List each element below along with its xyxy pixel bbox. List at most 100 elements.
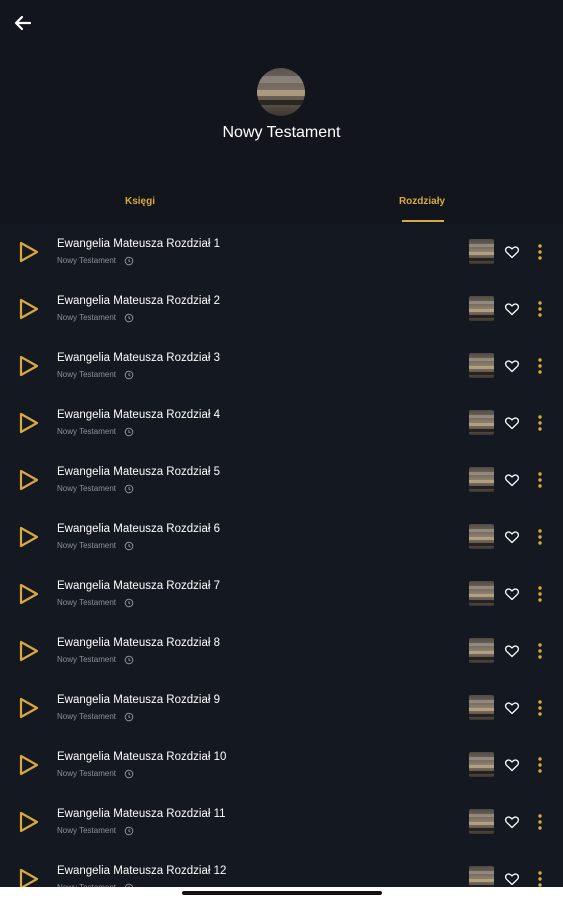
more-vertical-icon[interactable] bbox=[532, 641, 548, 661]
heart-icon[interactable] bbox=[504, 700, 520, 716]
play-icon[interactable] bbox=[18, 297, 40, 321]
play-icon[interactable] bbox=[18, 696, 40, 720]
heart-icon[interactable] bbox=[504, 358, 520, 374]
play-icon[interactable] bbox=[18, 582, 40, 606]
chapter-title: Ewangelia Mateusza Rozdział 10 bbox=[57, 751, 227, 763]
chapter-title: Ewangelia Mateusza Rozdział 3 bbox=[57, 352, 221, 364]
chapter-subtitle: Nowy Testament bbox=[57, 712, 116, 721]
chapter-subtitle: Nowy Testament bbox=[57, 427, 116, 436]
more-vertical-icon[interactable] bbox=[532, 755, 548, 775]
play-icon[interactable] bbox=[18, 753, 40, 777]
heart-icon[interactable] bbox=[504, 586, 520, 602]
chapter-title: Ewangelia Mateusza Rozdział 5 bbox=[57, 466, 221, 478]
clock-icon bbox=[124, 712, 134, 722]
heart-icon[interactable] bbox=[504, 643, 520, 659]
chapter-thumbnail[interactable] bbox=[469, 410, 494, 435]
active-tab-indicator bbox=[402, 220, 444, 222]
clock-icon bbox=[124, 769, 134, 779]
clock-icon bbox=[124, 370, 134, 380]
chapter-row[interactable]: Ewangelia Mateusza Rozdział 5 Nowy Testa… bbox=[0, 452, 563, 509]
chapter-thumbnail[interactable] bbox=[469, 752, 494, 777]
chapter-title: Ewangelia Mateusza Rozdział 1 bbox=[57, 238, 221, 250]
chapter-thumbnail[interactable] bbox=[469, 638, 494, 663]
chapter-title: Ewangelia Mateusza Rozdział 12 bbox=[57, 865, 227, 877]
heart-icon[interactable] bbox=[504, 244, 520, 260]
heart-icon[interactable] bbox=[504, 529, 520, 545]
header: Nowy Testament Księgi Rozdziały bbox=[0, 0, 563, 224]
chapter-thumbnail[interactable] bbox=[469, 581, 494, 606]
chapter-row[interactable]: Ewangelia Mateusza Rozdział 3 Nowy Testa… bbox=[0, 338, 563, 395]
more-vertical-icon[interactable] bbox=[532, 242, 548, 262]
play-icon[interactable] bbox=[18, 411, 40, 435]
clock-icon bbox=[124, 541, 134, 551]
chapter-subtitle: Nowy Testament bbox=[57, 655, 116, 664]
chapter-subtitle: Nowy Testament bbox=[57, 256, 116, 265]
back-button[interactable] bbox=[12, 12, 34, 34]
more-vertical-icon[interactable] bbox=[532, 584, 548, 604]
chapter-thumbnail[interactable] bbox=[469, 296, 494, 321]
chapter-row[interactable]: Ewangelia Mateusza Rozdział 8 Nowy Testa… bbox=[0, 623, 563, 680]
chapter-row[interactable]: Ewangelia Mateusza Rozdział 10 Nowy Test… bbox=[0, 737, 563, 794]
more-vertical-icon[interactable] bbox=[532, 527, 548, 547]
chapter-title: Ewangelia Mateusza Rozdział 2 bbox=[57, 295, 221, 307]
chapter-row[interactable]: Ewangelia Mateusza Rozdział 7 Nowy Testa… bbox=[0, 566, 563, 623]
more-vertical-icon[interactable] bbox=[532, 470, 548, 490]
heart-icon[interactable] bbox=[504, 472, 520, 488]
home-indicator[interactable] bbox=[182, 891, 382, 895]
heart-icon[interactable] bbox=[504, 871, 520, 887]
heart-icon[interactable] bbox=[504, 415, 520, 431]
clock-icon bbox=[124, 427, 134, 437]
play-icon[interactable] bbox=[18, 810, 40, 834]
heart-icon[interactable] bbox=[504, 814, 520, 830]
chapter-list: Ewangelia Mateusza Rozdział 1 Nowy Testa… bbox=[0, 224, 563, 887]
chapter-subtitle: Nowy Testament bbox=[57, 313, 116, 322]
chapter-thumbnail[interactable] bbox=[469, 524, 494, 549]
chapter-subtitle: Nowy Testament bbox=[57, 598, 116, 607]
tab-books[interactable]: Księgi bbox=[110, 196, 170, 207]
more-vertical-icon[interactable] bbox=[532, 812, 548, 832]
chapter-thumbnail[interactable] bbox=[469, 866, 494, 887]
chapter-row[interactable]: Ewangelia Mateusza Rozdział 12 Nowy Test… bbox=[0, 851, 563, 887]
clock-icon bbox=[124, 598, 134, 608]
chapter-title: Ewangelia Mateusza Rozdział 6 bbox=[57, 523, 221, 535]
play-icon[interactable] bbox=[18, 525, 40, 549]
play-icon[interactable] bbox=[18, 639, 40, 663]
chapter-row[interactable]: Ewangelia Mateusza Rozdział 2 Nowy Testa… bbox=[0, 281, 563, 338]
chapter-thumbnail[interactable] bbox=[469, 467, 494, 492]
play-icon[interactable] bbox=[18, 354, 40, 378]
chapter-row[interactable]: Ewangelia Mateusza Rozdział 11 Nowy Test… bbox=[0, 794, 563, 851]
chapter-title: Ewangelia Mateusza Rozdział 4 bbox=[57, 409, 221, 421]
tab-chapters[interactable]: Rozdziały bbox=[394, 196, 450, 207]
play-icon[interactable] bbox=[18, 468, 40, 492]
chapter-thumbnail[interactable] bbox=[469, 239, 494, 264]
play-icon[interactable] bbox=[18, 240, 40, 264]
chapter-row[interactable]: Ewangelia Mateusza Rozdział 9 Nowy Testa… bbox=[0, 680, 563, 737]
more-vertical-icon[interactable] bbox=[532, 698, 548, 718]
chapter-subtitle: Nowy Testament bbox=[57, 370, 116, 379]
tab-bar: Księgi Rozdziały bbox=[0, 190, 563, 224]
chapter-thumbnail[interactable] bbox=[469, 695, 494, 720]
chapter-subtitle: Nowy Testament bbox=[57, 769, 116, 778]
more-vertical-icon[interactable] bbox=[532, 299, 548, 319]
clock-icon bbox=[124, 313, 134, 323]
heart-icon[interactable] bbox=[504, 301, 520, 317]
chapter-subtitle: Nowy Testament bbox=[57, 484, 116, 493]
more-vertical-icon[interactable] bbox=[532, 869, 548, 887]
play-icon[interactable] bbox=[18, 867, 40, 887]
chapter-subtitle: Nowy Testament bbox=[57, 826, 116, 835]
clock-icon bbox=[124, 256, 134, 266]
chapter-thumbnail[interactable] bbox=[469, 353, 494, 378]
chapter-title: Ewangelia Mateusza Rozdział 11 bbox=[57, 808, 226, 820]
heart-icon[interactable] bbox=[504, 757, 520, 773]
chapter-thumbnail[interactable] bbox=[469, 809, 494, 834]
more-vertical-icon[interactable] bbox=[532, 356, 548, 376]
more-vertical-icon[interactable] bbox=[532, 413, 548, 433]
chapter-row[interactable]: Ewangelia Mateusza Rozdział 6 Nowy Testa… bbox=[0, 509, 563, 566]
chapter-title: Ewangelia Mateusza Rozdział 7 bbox=[57, 580, 221, 592]
chapter-title: Ewangelia Mateusza Rozdział 8 bbox=[57, 637, 221, 649]
chapter-row[interactable]: Ewangelia Mateusza Rozdział 1 Nowy Testa… bbox=[0, 224, 563, 281]
clock-icon bbox=[124, 655, 134, 665]
arrow-left-icon bbox=[14, 15, 32, 31]
chapter-row[interactable]: Ewangelia Mateusza Rozdział 4 Nowy Testa… bbox=[0, 395, 563, 452]
clock-icon bbox=[124, 826, 134, 836]
